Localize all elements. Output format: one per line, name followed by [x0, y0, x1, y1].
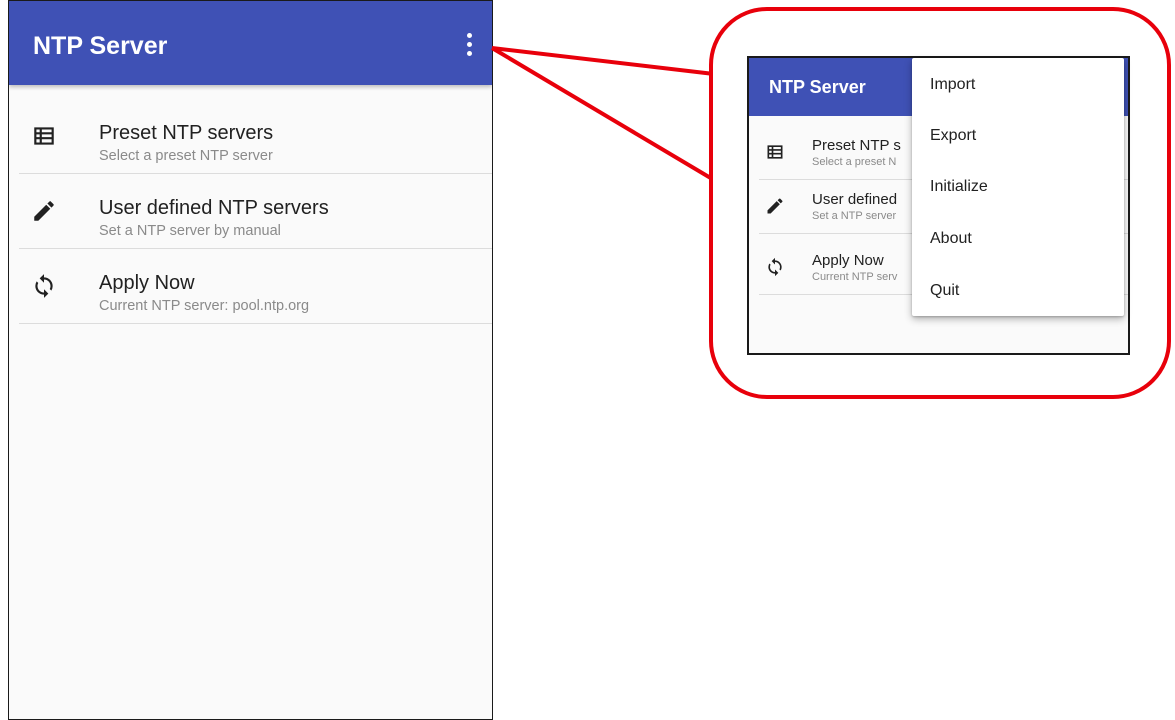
overflow-popup-menu: Import Export Initialize About Quit — [912, 58, 1124, 316]
list-item-apply-now[interactable]: Apply Now Current NTP server: pool.ntp.o… — [19, 251, 492, 324]
zoomed-list-item-title: User defined — [812, 191, 898, 208]
sync-icon — [35, 274, 53, 298]
list-item-subtitle: Current NTP server: pool.ntp.org — [99, 298, 310, 314]
zoomed-list-item-title: Preset NTP s — [812, 137, 901, 154]
menu-item-quit[interactable]: Quit — [912, 271, 1124, 311]
app-bar: NTP Server — [9, 1, 492, 85]
menu-item-about[interactable]: About — [912, 219, 1124, 259]
menu-item-initialize[interactable]: Initialize — [912, 167, 1124, 207]
overflow-menu-icon[interactable] — [456, 27, 482, 61]
menu-item-import[interactable]: Import — [912, 65, 1124, 105]
zoomed-list-item-title: Apply Now — [812, 252, 884, 269]
list-item-title: User defined NTP servers — [99, 197, 329, 219]
zoomed-list-item-subtitle: Set a NTP server — [812, 210, 897, 222]
menu-item-export[interactable]: Export — [912, 116, 1124, 156]
list-item-subtitle: Set a NTP server by manual — [99, 223, 281, 239]
zoomed-list-item-subtitle: Select a preset N — [812, 156, 897, 168]
app-title: NTP Server — [33, 32, 168, 60]
page: NTP Server Preset NTP servers Select a p… — [0, 0, 1175, 720]
zoomed-list-item-subtitle: Current NTP serv — [812, 271, 898, 283]
pencil-icon — [767, 198, 783, 214]
list-item-preset-ntp-servers[interactable]: Preset NTP servers Select a preset NTP s… — [19, 101, 492, 174]
list-item-subtitle: Select a preset NTP server — [99, 148, 273, 164]
list-icon — [34, 127, 54, 145]
pencil-icon — [34, 201, 54, 221]
sync-icon — [768, 257, 782, 277]
list-item-user-defined-ntp-servers[interactable]: User defined NTP servers Set a NTP serve… — [19, 176, 492, 249]
phone-screen: NTP Server Preset NTP servers Select a p… — [8, 0, 493, 720]
list-item-title: Apply Now — [99, 272, 195, 294]
list-icon — [767, 145, 783, 159]
list-item-title: Preset NTP servers — [99, 122, 274, 144]
zoomed-app-title: NTP Server — [769, 77, 866, 97]
